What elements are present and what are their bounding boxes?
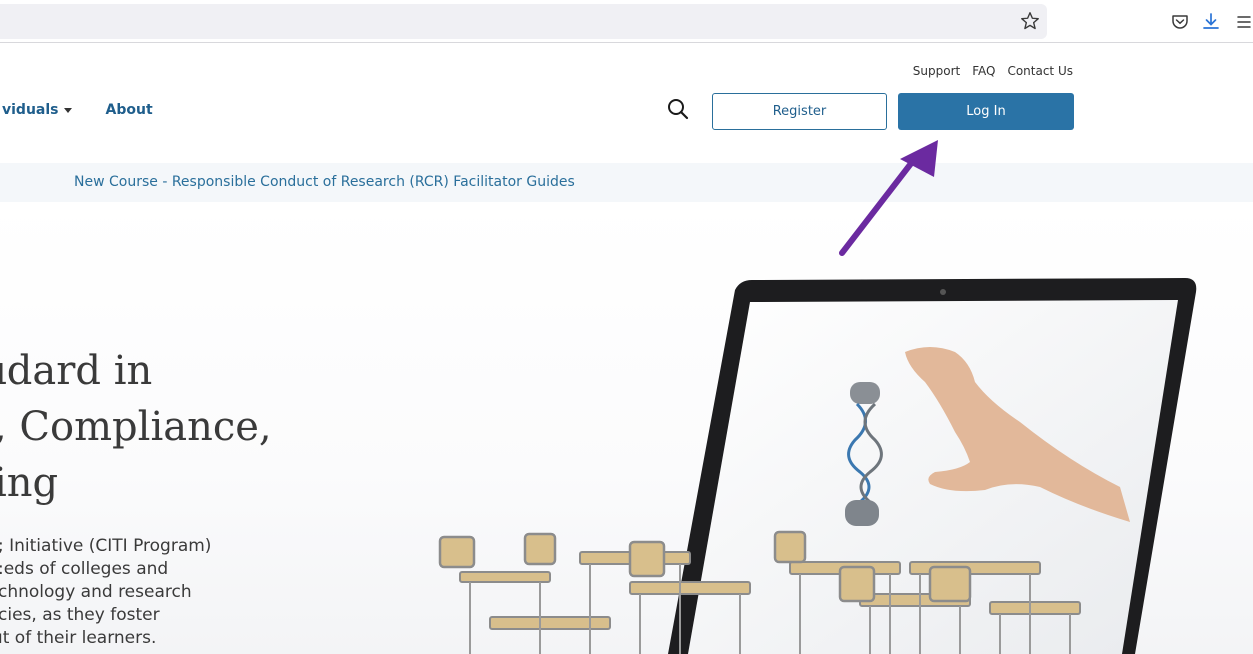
main-nav: viduals About	[2, 102, 153, 118]
hero-description: ; Initiative (CITI Program) :eds of coll…	[0, 535, 211, 650]
hero-desc-line: ; Initiative (CITI Program)	[0, 536, 212, 556]
hero-section: ıdard in , Compliance, ing ; Initiative …	[0, 202, 1253, 654]
address-bar[interactable]	[0, 4, 1047, 39]
download-icon[interactable]	[1201, 12, 1221, 32]
hero-laptop-illustration	[438, 278, 1197, 654]
nav-about[interactable]: About	[106, 102, 153, 118]
login-button[interactable]: Log In	[898, 93, 1074, 130]
hero-desc-line: cies, as they foster	[0, 605, 160, 625]
nav-about-label: About	[105, 102, 153, 118]
webcam-icon	[940, 289, 946, 295]
support-link[interactable]: Support	[913, 64, 960, 78]
hero-desc-line: chnology and research	[0, 582, 192, 602]
hero-desc-line: ıt of their learners.	[0, 628, 157, 648]
bookmark-star-icon[interactable]	[1019, 10, 1041, 32]
search-icon[interactable]	[667, 98, 689, 120]
register-button[interactable]: Register	[712, 93, 887, 130]
caret-down-icon	[63, 107, 72, 113]
annotation-arrow	[839, 140, 938, 256]
nav-individuals-dropdown[interactable]: viduals	[2, 102, 72, 118]
utility-links: Support FAQ Contact Us	[913, 64, 1073, 78]
announcement-link[interactable]: New Course - Responsible Conduct of Rese…	[74, 174, 575, 190]
pocket-icon[interactable]	[1170, 12, 1190, 32]
hero-title-line: ıdard in	[0, 348, 153, 394]
hero-title-line: ing	[0, 460, 59, 506]
browser-toolbar	[0, 0, 1253, 43]
faq-link[interactable]: FAQ	[972, 64, 995, 78]
contact-us-link[interactable]: Contact Us	[1007, 64, 1073, 78]
hero-title-line: , Compliance,	[0, 404, 272, 450]
hero-title: ıdard in , Compliance, ing	[0, 343, 272, 511]
menu-icon[interactable]	[1235, 12, 1253, 32]
nav-individuals-label: viduals	[2, 102, 59, 118]
announcement-bar: New Course - Responsible Conduct of Rese…	[0, 163, 1253, 202]
hero-desc-line: :eds of colleges and	[0, 559, 169, 579]
